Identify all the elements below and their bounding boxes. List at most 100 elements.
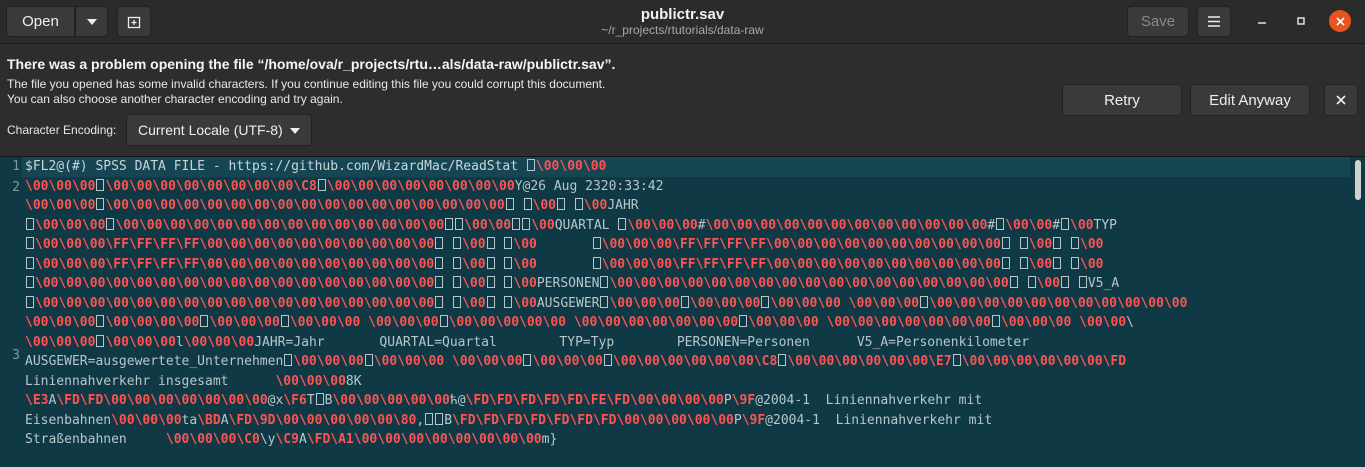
escape-sequence: \00	[387, 276, 411, 291]
escape-sequence: \00	[748, 315, 772, 330]
escape-sequence: \00	[322, 412, 346, 428]
infobar-desc-line2: You can also choose another character en…	[7, 92, 343, 106]
open-button[interactable]: Open	[6, 6, 75, 37]
invalid-char-glyph	[996, 217, 1005, 230]
invalid-char-glyph	[592, 237, 601, 249]
escape-sequence: \00	[653, 393, 677, 408]
scrollbar-track[interactable]	[1351, 157, 1365, 467]
encoding-select[interactable]: Current Locale (UTF-8)	[126, 114, 312, 146]
code-line: Straßenbahnen \00\00\00\C0\y\C9A\FD\A1\0…	[25, 432, 558, 447]
retry-button[interactable]: Retry	[1062, 84, 1182, 116]
escape-sequence: \00	[481, 198, 505, 213]
text-editor[interactable]: 1 2 3 $FL2@(#) SPSS DATA FILE - https://…	[0, 157, 1365, 467]
scrollbar-thumb[interactable]	[1355, 160, 1361, 200]
escape-sequence: \00	[105, 334, 129, 350]
line-number: 1	[12, 159, 20, 174]
escape-sequence: \FD	[452, 412, 476, 428]
dismiss-infobar-button[interactable]	[1324, 84, 1358, 116]
escape-sequence: \00	[246, 178, 270, 194]
invalid-char-glyph	[435, 256, 444, 269]
new-tab-button[interactable]	[117, 6, 151, 37]
escape-sequence: \00	[462, 295, 486, 311]
invalid-char-glyph	[453, 256, 462, 269]
escape-sequence: \00	[985, 276, 1009, 291]
edit-anyway-button[interactable]: Edit Anyway	[1190, 84, 1310, 116]
escape-sequence: \00	[298, 373, 323, 389]
invalid-char-glyph	[600, 295, 609, 308]
save-button[interactable]: Save	[1127, 6, 1189, 37]
escape-sequence: \FF	[128, 256, 153, 272]
window-title-block: publictr.sav ~/r_projects/rtutorials/dat…	[480, 6, 885, 38]
escape-sequence: \00	[691, 315, 715, 330]
escape-sequence: \00	[58, 237, 82, 252]
escape-sequence: \00	[158, 412, 182, 428]
escape-sequence: \00	[448, 315, 473, 330]
escape-sequence: \00	[513, 256, 537, 272]
escape-sequence: \00	[269, 276, 294, 291]
invalid-char-glyph	[106, 217, 115, 230]
escape-sequence: \00	[410, 295, 435, 311]
escape-sequence: \00	[1008, 354, 1033, 369]
code-content[interactable]: $FL2@(#) SPSS DATA FILE - https://github…	[25, 157, 1350, 450]
escape-sequence: \00	[387, 295, 411, 311]
invalid-char-glyph	[435, 237, 444, 249]
escape-sequence: \00	[1028, 217, 1053, 233]
escape-sequence: \00	[105, 315, 129, 330]
maximize-button[interactable]	[1291, 11, 1311, 31]
escape-sequence: \00	[175, 198, 200, 213]
escape-sequence: \00	[953, 256, 978, 272]
escape-sequence: \00	[494, 432, 519, 447]
code-line: \00\00\00 \00\00\00l\00\00\00JAHR=Jahr QU…	[25, 334, 1030, 350]
chevron-down-icon	[86, 18, 97, 25]
escape-sequence: \FD	[499, 412, 523, 428]
encoding-label: Character Encoding:	[7, 123, 117, 137]
escape-sequence: \00	[893, 217, 917, 233]
escape-sequence: \00	[397, 178, 421, 194]
invalid-char-glyph	[618, 217, 627, 230]
escape-sequence: \C8	[293, 178, 317, 194]
escape-sequence: \00	[165, 432, 190, 447]
escape-sequence: \00	[714, 315, 739, 330]
escape-sequence: \00	[128, 334, 153, 350]
escape-sequence: \00	[452, 354, 476, 369]
close-window-button[interactable]	[1329, 10, 1351, 32]
escape-sequence: \00	[883, 256, 907, 272]
escape-sequence: \00	[81, 295, 106, 311]
escape-sequence: \C0	[236, 432, 260, 447]
escape-sequence: \00	[1070, 295, 1094, 311]
escape-sequence: \00	[420, 178, 445, 194]
escape-sequence: \00	[689, 295, 714, 311]
invalid-char-glyph	[96, 334, 105, 347]
escape-sequence: \00	[1036, 276, 1061, 291]
escape-sequence: \00	[111, 412, 135, 428]
code-line: \00\00\00 \00\00\00\00 \00\00\00 \00\00\00 …	[25, 315, 1134, 330]
escape-sequence: \00	[340, 256, 364, 272]
escape-sequence: \00	[881, 354, 905, 369]
escape-sequence: \00	[128, 295, 153, 311]
escape-sequence: \00	[620, 315, 645, 330]
escape-sequence: \00	[904, 354, 929, 369]
escape-sequence: \00	[683, 354, 707, 369]
escape-sequence: \00	[795, 315, 819, 330]
escape-sequence: \00	[597, 315, 621, 330]
escape-sequence: \00	[152, 276, 176, 291]
escape-sequence: \00	[656, 295, 680, 311]
escape-sequence: \00	[532, 354, 556, 369]
escape-sequence: \00	[152, 198, 176, 213]
open-menu-button[interactable]	[75, 6, 108, 37]
escape-sequence: \00	[487, 217, 512, 233]
escape-sequence: \00	[220, 393, 245, 408]
escape-sequence: \00	[663, 412, 687, 428]
escape-sequence: \00	[256, 315, 280, 330]
invalid-char-glyph	[504, 276, 513, 288]
escape-sequence: \00	[256, 217, 280, 233]
escape-sequence: \00	[152, 315, 176, 330]
main-menu-button[interactable]	[1197, 6, 1231, 37]
minimize-button[interactable]	[1252, 11, 1272, 31]
invalid-char-glyph	[435, 295, 444, 308]
escape-sequence: \00	[25, 198, 49, 213]
escape-sequence: \00	[609, 276, 633, 291]
invalid-char-glyph	[1053, 237, 1062, 249]
escape-sequence: \00	[625, 256, 649, 272]
code-line: Liniennahverkehr insgesamt \00\00\008K	[25, 373, 362, 389]
